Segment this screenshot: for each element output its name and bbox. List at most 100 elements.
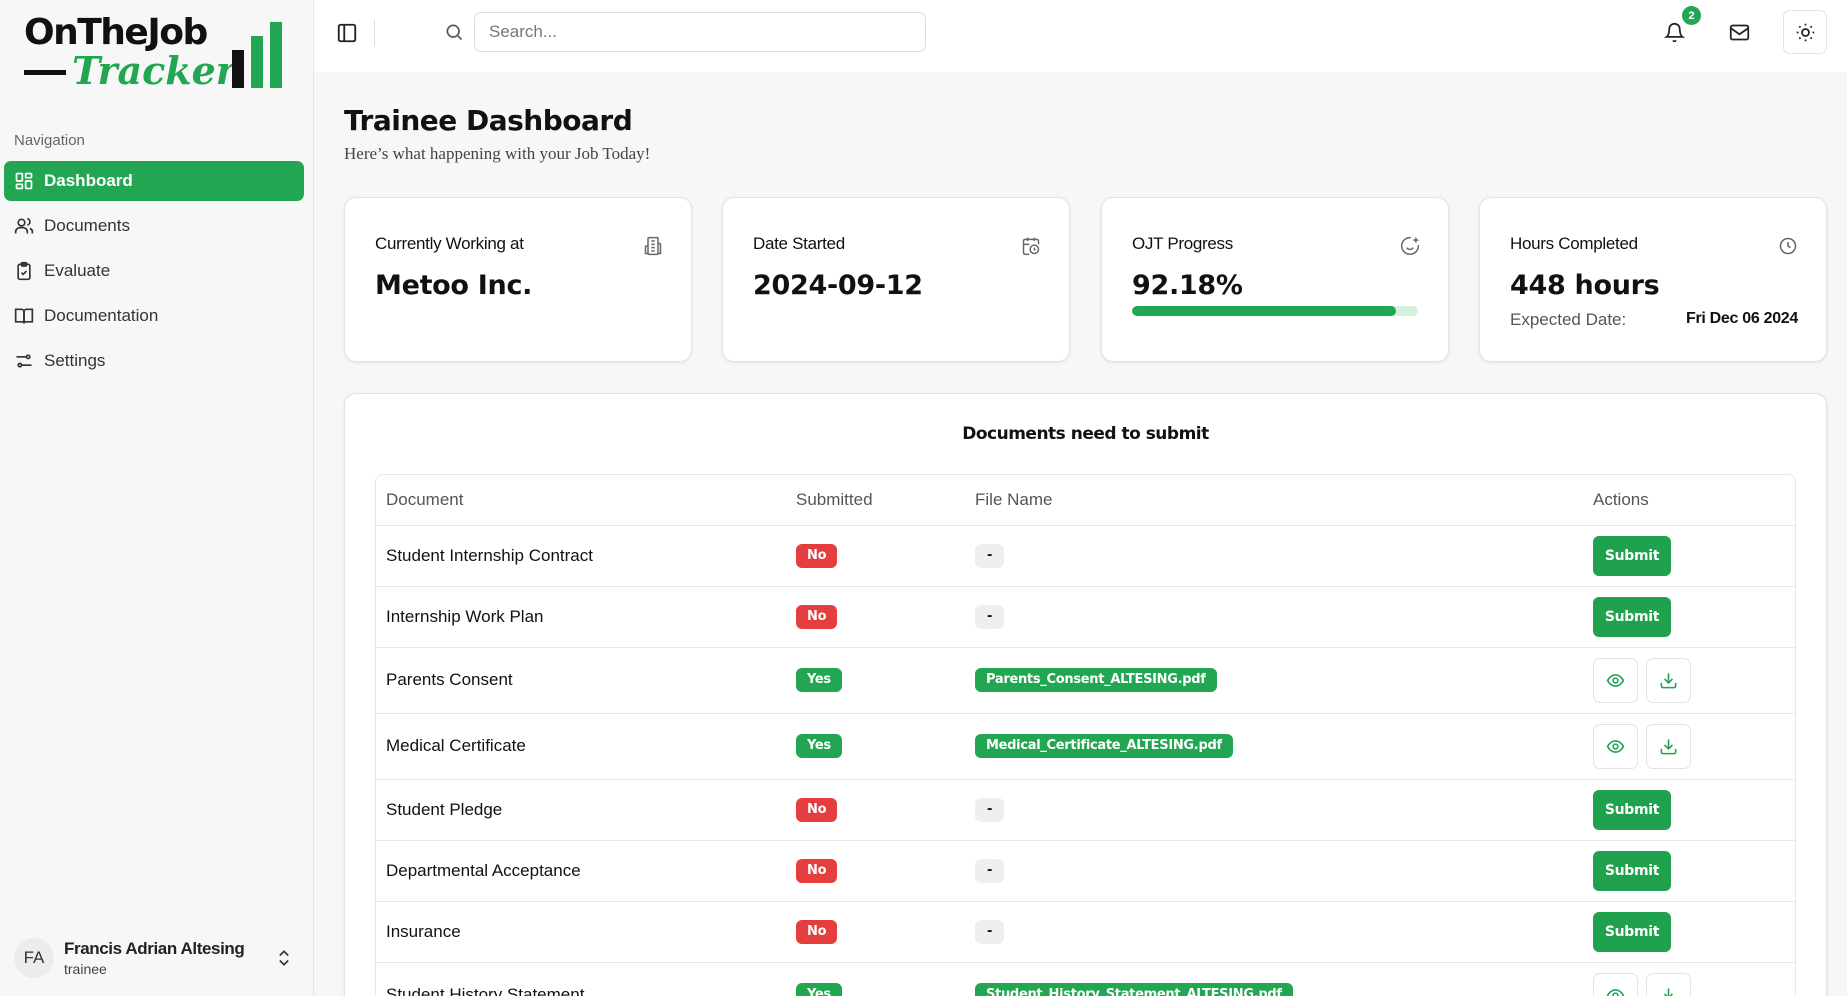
logo-text-line1: OnTheJob — [24, 12, 208, 53]
smile-plus-icon — [1400, 236, 1420, 255]
submitted-status-badge: No — [796, 797, 838, 822]
sidebar-item-label: Settings — [44, 351, 106, 370]
column-header-submitted: Submitted — [786, 475, 965, 526]
file-name-cell: Parents_Consent_ALTESING.pdf — [965, 647, 1583, 714]
card-label: Date Started — [753, 234, 845, 253]
messages-button[interactable] — [1717, 10, 1761, 54]
sidebar-item-settings[interactable]: Settings — [4, 341, 304, 381]
submitted-status-badge: Yes — [796, 668, 842, 692]
hours-completed-card: Hours Completed 448 hours Expected Date:… — [1479, 197, 1827, 362]
submit-button[interactable]: Submit — [1593, 850, 1671, 891]
nav-title: Navigation — [14, 132, 85, 149]
sidebar-item-label: Dashboard — [44, 171, 133, 190]
expected-date-label: Expected Date: — [1510, 310, 1627, 329]
app-logo[interactable]: OnTheJob Tracker. — [24, 12, 284, 93]
table-row: Parents Consent Yes Parents_Consent_ALTESI… — [376, 647, 1795, 714]
submitted-status-badge: Yes — [796, 734, 842, 758]
mail-icon — [1729, 24, 1749, 40]
file-name-empty-badge: - — [975, 604, 1005, 629]
theme-toggle-button[interactable] — [1783, 10, 1827, 54]
sidebar-item-documentation[interactable]: Documentation — [4, 296, 304, 336]
submitted-cell: Yes — [786, 962, 965, 996]
file-name-badge[interactable]: Parents_Consent_ALTESING.pdf — [975, 668, 1217, 692]
sun-icon — [1796, 23, 1814, 41]
eye-icon — [1606, 739, 1625, 753]
avatar: FA — [14, 938, 54, 978]
user-name: Francis Adrian Altesing — [64, 939, 245, 958]
table-row: Insurance No - Submit — [376, 901, 1795, 963]
document-name: Student History Statement — [376, 962, 786, 996]
submit-button[interactable]: Submit — [1593, 911, 1671, 952]
table-row: Medical Certificate Yes Medical_Certificat… — [376, 713, 1795, 780]
logo-dash — [24, 70, 66, 75]
submitted-status-badge: Yes — [796, 983, 842, 996]
download-file-button[interactable] — [1646, 723, 1691, 769]
search-icon — [446, 24, 463, 41]
sidebar: OnTheJob Tracker. Navigation Dashboard D… — [0, 0, 314, 996]
eye-icon — [1606, 673, 1625, 687]
user-info: Francis Adrian Altesing trainee — [64, 939, 274, 977]
ojt-progress-fill — [1132, 306, 1396, 316]
view-file-button[interactable] — [1593, 657, 1638, 703]
expected-date-value: Fri Dec 06 2024 — [1685, 310, 1798, 327]
sidebar-item-evaluate[interactable]: Evaluate — [4, 251, 304, 291]
file-name-badge[interactable]: Medical_Certificate_ALTESING.pdf — [975, 734, 1233, 758]
download-file-button[interactable] — [1646, 972, 1691, 996]
document-name: Student Internship Contract — [376, 525, 786, 587]
sidebar-item-label: Documentation — [44, 306, 159, 325]
submitted-status-badge: No — [796, 604, 838, 629]
file-name-empty-badge: - — [975, 858, 1005, 883]
download-icon — [1660, 738, 1677, 754]
ojt-progress-card: OJT Progress 92.18% — [1101, 197, 1449, 362]
table-row: Departmental Acceptance No - Submit — [376, 840, 1795, 902]
card-label: OJT Progress — [1132, 234, 1233, 253]
document-name: Medical Certificate — [376, 713, 786, 780]
actions-cell — [1583, 962, 1795, 996]
submit-button[interactable]: Submit — [1593, 596, 1671, 637]
building-icon — [644, 236, 662, 256]
card-label: Hours Completed — [1510, 234, 1638, 253]
hours-completed-value: 448 hours — [1510, 270, 1660, 301]
logo-text-line2: Tracker. — [72, 48, 246, 93]
document-name: Student Pledge — [376, 779, 786, 841]
file-name-empty-badge: - — [975, 797, 1005, 822]
sidebar-toggle-icon[interactable] — [336, 22, 358, 44]
bar-chart-logo-icon — [232, 22, 282, 88]
company-value: Metoo Inc. — [375, 270, 533, 301]
documents-title: Documents need to submit — [962, 424, 1209, 444]
documents-table-container: Document Submitted File Name Actions Stu… — [375, 474, 1796, 996]
download-file-button[interactable] — [1646, 657, 1691, 703]
users-icon — [14, 217, 34, 234]
table-row: Student Internship Contract No - Submit — [376, 525, 1795, 587]
submitted-status-badge: No — [796, 919, 838, 944]
submit-button[interactable]: Submit — [1593, 789, 1671, 830]
sidebar-item-documents[interactable]: Documents — [4, 206, 304, 246]
top-header: 2 — [314, 0, 1847, 72]
file-name-cell: - — [965, 779, 1583, 841]
file-name-cell: - — [965, 840, 1583, 902]
eye-icon — [1606, 988, 1625, 996]
user-menu[interactable]: FA Francis Adrian Altesing trainee — [14, 936, 294, 980]
actions-cell: Submit — [1583, 840, 1795, 902]
view-file-button[interactable] — [1593, 723, 1638, 769]
column-header-actions: Actions — [1583, 475, 1795, 526]
table-row: Internship Work Plan No - Submit — [376, 586, 1795, 648]
file-name-cell: - — [965, 901, 1583, 963]
download-icon — [1660, 672, 1677, 688]
calendar-clock-icon — [1022, 237, 1040, 256]
card-label: Currently Working at — [375, 234, 524, 253]
download-icon — [1663, 987, 1674, 996]
book-icon — [14, 308, 34, 324]
bell-icon — [1663, 22, 1685, 42]
file-name-cell: - — [965, 525, 1583, 587]
search-input[interactable] — [474, 12, 926, 52]
page-subtitle: Here’s what happening with your Job Toda… — [344, 144, 651, 163]
submit-button[interactable]: Submit — [1593, 535, 1671, 576]
file-name-cell: Student_History_Statement_ALTESING.pdf — [965, 962, 1583, 996]
file-name-badge[interactable]: Student_History_Statement_ALTESING.pdf — [975, 983, 1293, 996]
sidebar-item-dashboard[interactable]: Dashboard — [4, 161, 304, 201]
actions-cell: Submit — [1583, 586, 1795, 648]
company-card: Currently Working at Metoo Inc. — [344, 197, 692, 362]
view-file-button[interactable] — [1593, 972, 1638, 996]
page-title: Trainee Dashboard — [344, 104, 633, 137]
